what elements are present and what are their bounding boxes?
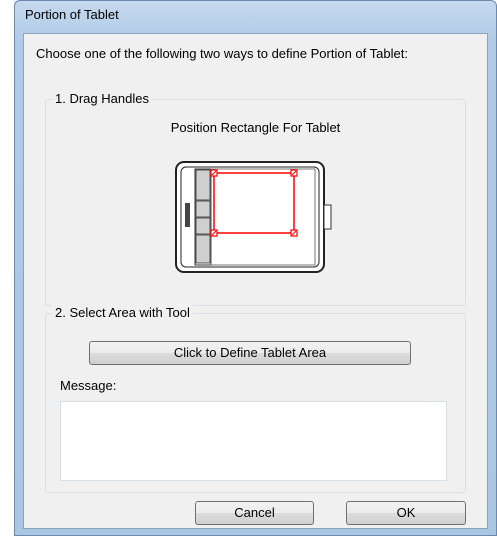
drag-handles-legend: 1. Drag Handles bbox=[52, 91, 152, 106]
brand-logo-mark bbox=[185, 203, 190, 227]
title-bar[interactable]: Portion of Tablet bbox=[15, 1, 496, 33]
handle-top-right[interactable] bbox=[290, 169, 298, 177]
cancel-button[interactable]: Cancel bbox=[195, 501, 314, 525]
tablet-side-port bbox=[323, 204, 332, 230]
dialog-title: Portion of Tablet bbox=[25, 7, 119, 22]
drag-handles-group: 1. Drag Handles Position Rectangle For T… bbox=[45, 91, 466, 306]
express-key-bottom bbox=[195, 234, 211, 264]
intro-text: Choose one of the following two ways to … bbox=[36, 46, 408, 61]
message-box[interactable] bbox=[60, 401, 447, 481]
select-area-group: 2. Select Area with Tool Click to Define… bbox=[45, 305, 466, 493]
handle-top-left[interactable] bbox=[210, 169, 218, 177]
select-area-legend: 2. Select Area with Tool bbox=[52, 305, 193, 320]
handle-bottom-left[interactable] bbox=[210, 229, 218, 237]
dialog-body: Choose one of the following two ways to … bbox=[23, 33, 488, 529]
define-tablet-area-button[interactable]: Click to Define Tablet Area bbox=[89, 341, 411, 365]
portion-of-tablet-dialog: Portion of Tablet Choose one of the foll… bbox=[14, 0, 497, 536]
tablet-preview bbox=[175, 161, 332, 273]
express-key-3 bbox=[195, 217, 211, 235]
express-key-top bbox=[195, 169, 211, 201]
ok-button[interactable]: OK bbox=[346, 501, 466, 525]
express-key-2 bbox=[195, 200, 211, 218]
handle-bottom-right[interactable] bbox=[290, 229, 298, 237]
position-rectangle-caption: Position Rectangle For Tablet bbox=[170, 120, 341, 135]
message-label: Message: bbox=[60, 378, 117, 393]
